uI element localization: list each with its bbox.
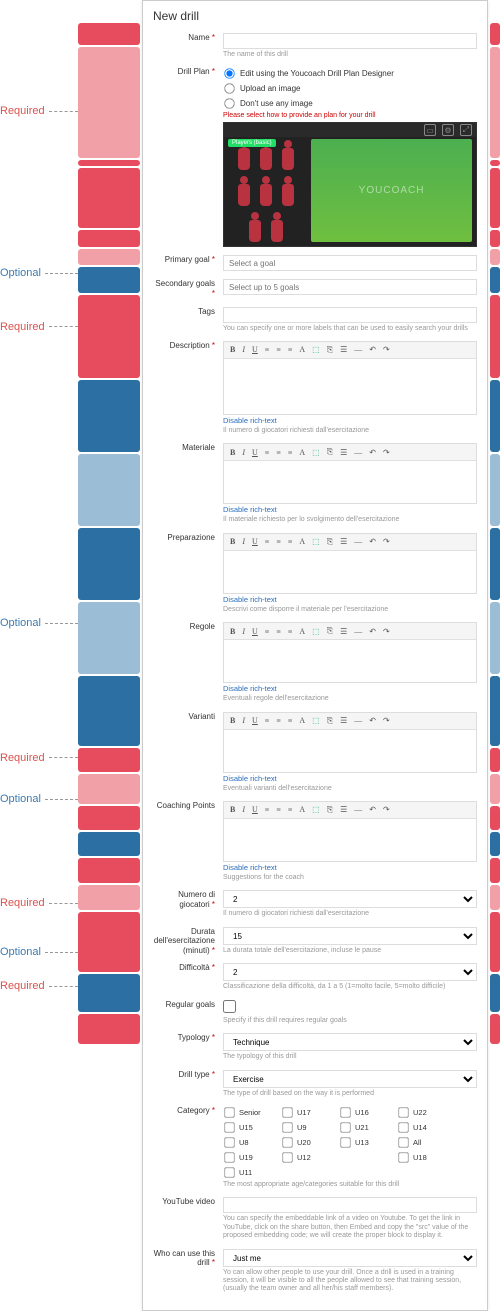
form-panel: New drill Name * The name of this drill … [142,0,488,1311]
plan-upload-radio[interactable]: Upload an image [223,82,477,95]
typology-select[interactable]: Technique [223,1033,477,1051]
side-bars-right [490,0,500,1311]
category-option[interactable]: All [397,1136,445,1149]
name-input[interactable] [223,33,477,49]
varianti-editor[interactable]: BIU≡≡≡A⬚⎘☰—↶↷ [223,712,477,773]
category-option[interactable]: U14 [397,1121,445,1134]
youtube-input[interactable] [223,1197,477,1213]
secondary-goals-input[interactable] [223,279,477,295]
who-select[interactable]: Just me [223,1249,477,1267]
primary-goal-input[interactable] [223,255,477,271]
plan-designer-preview[interactable]: ▭ ⚙ ⤢ Players (basic) › YOUCOACH [223,122,477,247]
category-option[interactable]: U21 [339,1121,387,1134]
category-option[interactable]: Senior [223,1106,271,1119]
tags-input[interactable] [223,307,477,323]
side-bars-left [78,0,140,1311]
page-title: New drill [153,9,477,23]
regular-goals-checkbox[interactable] [223,1000,236,1013]
category-option[interactable]: U15 [223,1121,271,1134]
coaching-editor[interactable]: BIU≡≡≡A⬚⎘☰—↶↷ [223,801,477,862]
category-option[interactable]: U13 [339,1136,387,1149]
players-count-select[interactable]: 2 [223,890,477,908]
annotation-left: Required Optional Required Optional Requ… [0,0,78,1311]
plan-edit-radio[interactable]: Edit using the Youcoach Drill Plan Desig… [223,67,477,80]
preparazione-editor[interactable]: BIU≡≡≡A⬚⎘☰—↶↷ [223,533,477,594]
category-checkboxes: Senior U17 U16 U22 U15 U9 U21 U14 U8 U20… [223,1106,477,1179]
drilltype-select[interactable]: Exercise [223,1070,477,1088]
category-option[interactable]: U22 [397,1106,445,1119]
layers-icon[interactable]: ▭ [424,124,436,136]
description-editor[interactable]: BIU≡≡≡A⬚⎘☰—↶↷ [223,341,477,415]
duration-select[interactable]: 15 [223,927,477,945]
category-option[interactable]: U12 [281,1151,329,1164]
materiale-editor[interactable]: BIU≡≡≡A⬚⎘☰—↶↷ [223,443,477,504]
settings-icon[interactable]: ⚙ [442,124,454,136]
category-option[interactable]: U11 [223,1166,271,1179]
category-option[interactable]: U16 [339,1106,387,1119]
disable-richtext-link[interactable]: Disable rich-text [223,416,277,425]
category-option[interactable]: U8 [223,1136,271,1149]
difficulty-select[interactable]: 2 [223,963,477,981]
category-option[interactable]: U17 [281,1106,329,1119]
category-option[interactable] [281,1166,329,1179]
plan-none-radio[interactable]: Don't use any image [223,97,477,110]
category-option[interactable]: U9 [281,1121,329,1134]
category-option[interactable]: U18 [397,1151,445,1164]
category-option[interactable]: U19 [223,1151,271,1164]
category-option[interactable]: U20 [281,1136,329,1149]
regole-editor[interactable]: BIU≡≡≡A⬚⎘☰—↶↷ [223,622,477,683]
expand-icon[interactable]: ⤢ [460,124,472,136]
category-option[interactable] [339,1151,387,1164]
